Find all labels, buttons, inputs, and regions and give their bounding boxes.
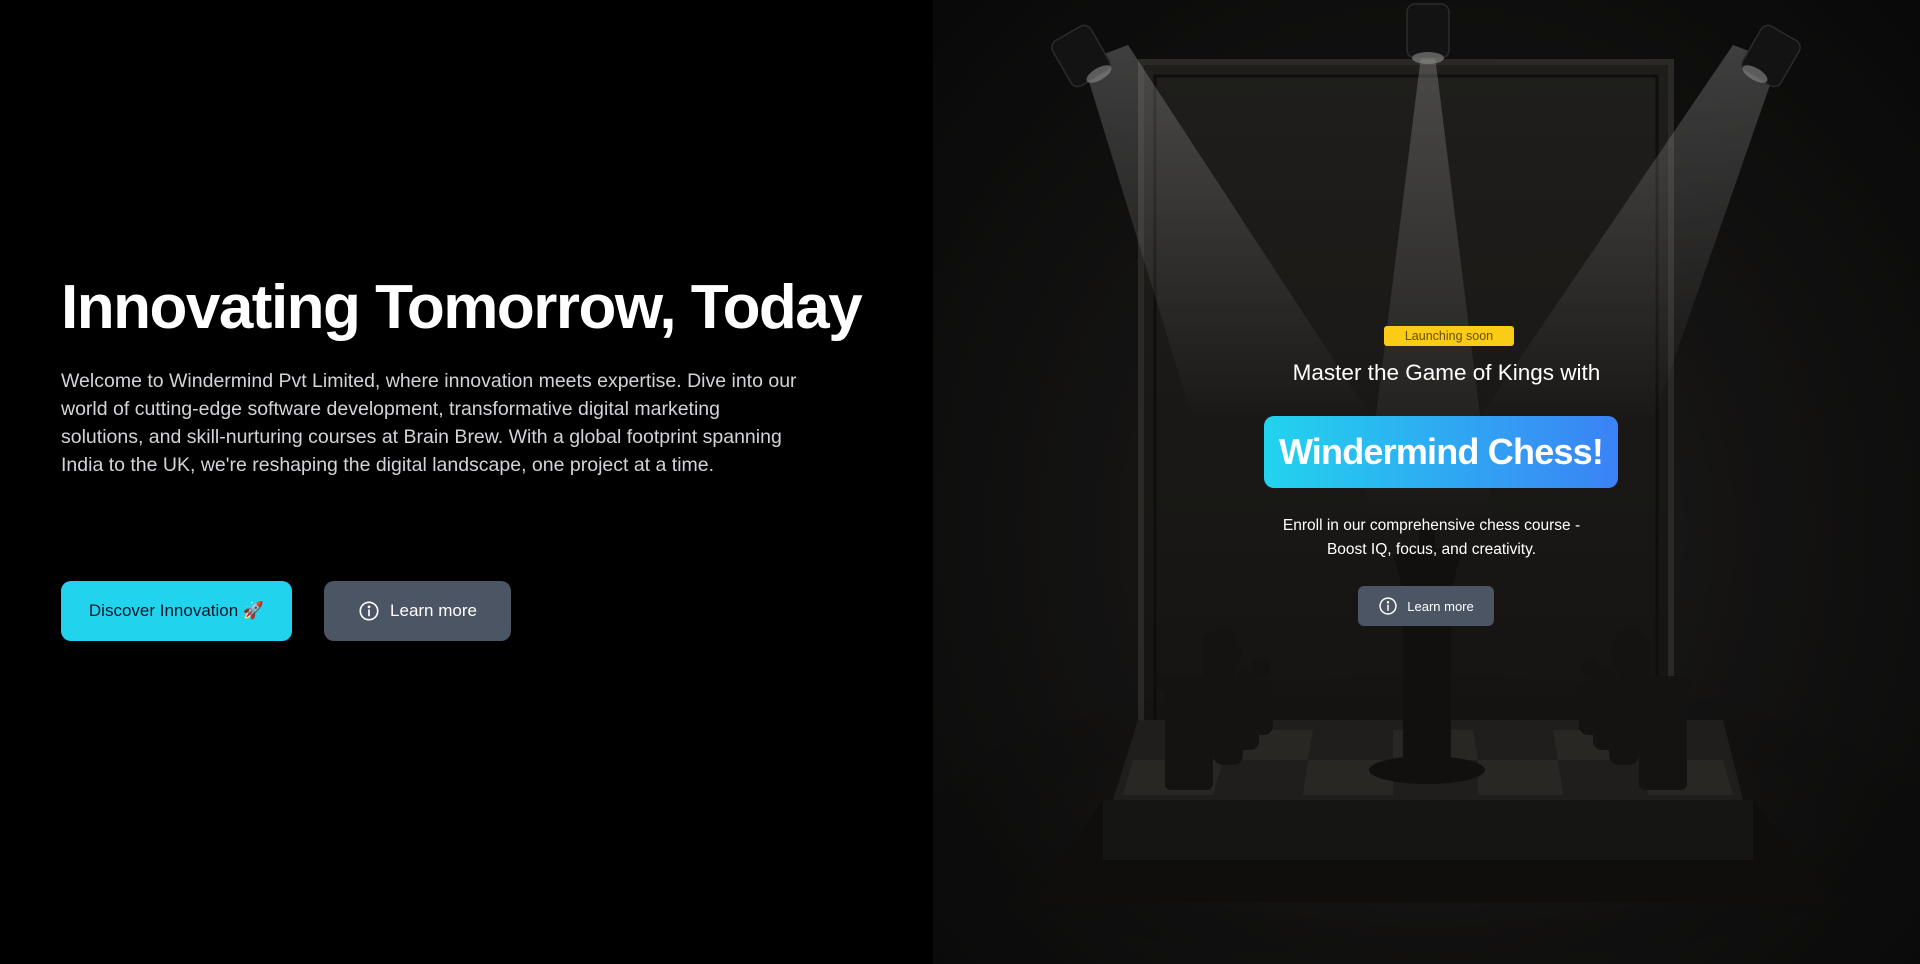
hero-section: Innovating Tomorrow, Today Welcome to Wi… — [0, 0, 933, 964]
promo-heading: Master the Game of Kings with — [1292, 360, 1601, 385]
chess-promo-section: Launching soon Master the Game of Kings … — [933, 0, 1920, 964]
brand-title: Windermind Chess! — [1278, 431, 1604, 472]
promo-description-line-2: Boost IQ, focus, and creativity. — [1326, 541, 1537, 558]
brand-highlight-box: Windermind Chess! — [1264, 416, 1618, 488]
promo-learn-more-label: Learn more — [1407, 598, 1474, 614]
launching-soon-badge: Launching soon — [1384, 326, 1514, 346]
hero-learn-more-label: Learn more — [390, 601, 477, 620]
hero-title: Innovating Tomorrow, Today — [61, 273, 863, 342]
discover-innovation-label: Discover Innovation 🚀 — [88, 601, 265, 620]
info-circle-icon — [358, 600, 380, 622]
promo-description-line-1: Enroll in our comprehensive chess course… — [1282, 517, 1581, 534]
promo-description: Enroll in our comprehensive chess course… — [933, 514, 1920, 562]
info-circle-icon — [1378, 596, 1398, 616]
hero-description: Welcome to Windermind Pvt Limited, where… — [61, 370, 797, 476]
promo-learn-more-button[interactable]: Learn more — [1358, 586, 1494, 626]
discover-innovation-button[interactable]: Discover Innovation 🚀 — [61, 581, 292, 641]
hero-learn-more-button[interactable]: Learn more — [324, 581, 511, 641]
